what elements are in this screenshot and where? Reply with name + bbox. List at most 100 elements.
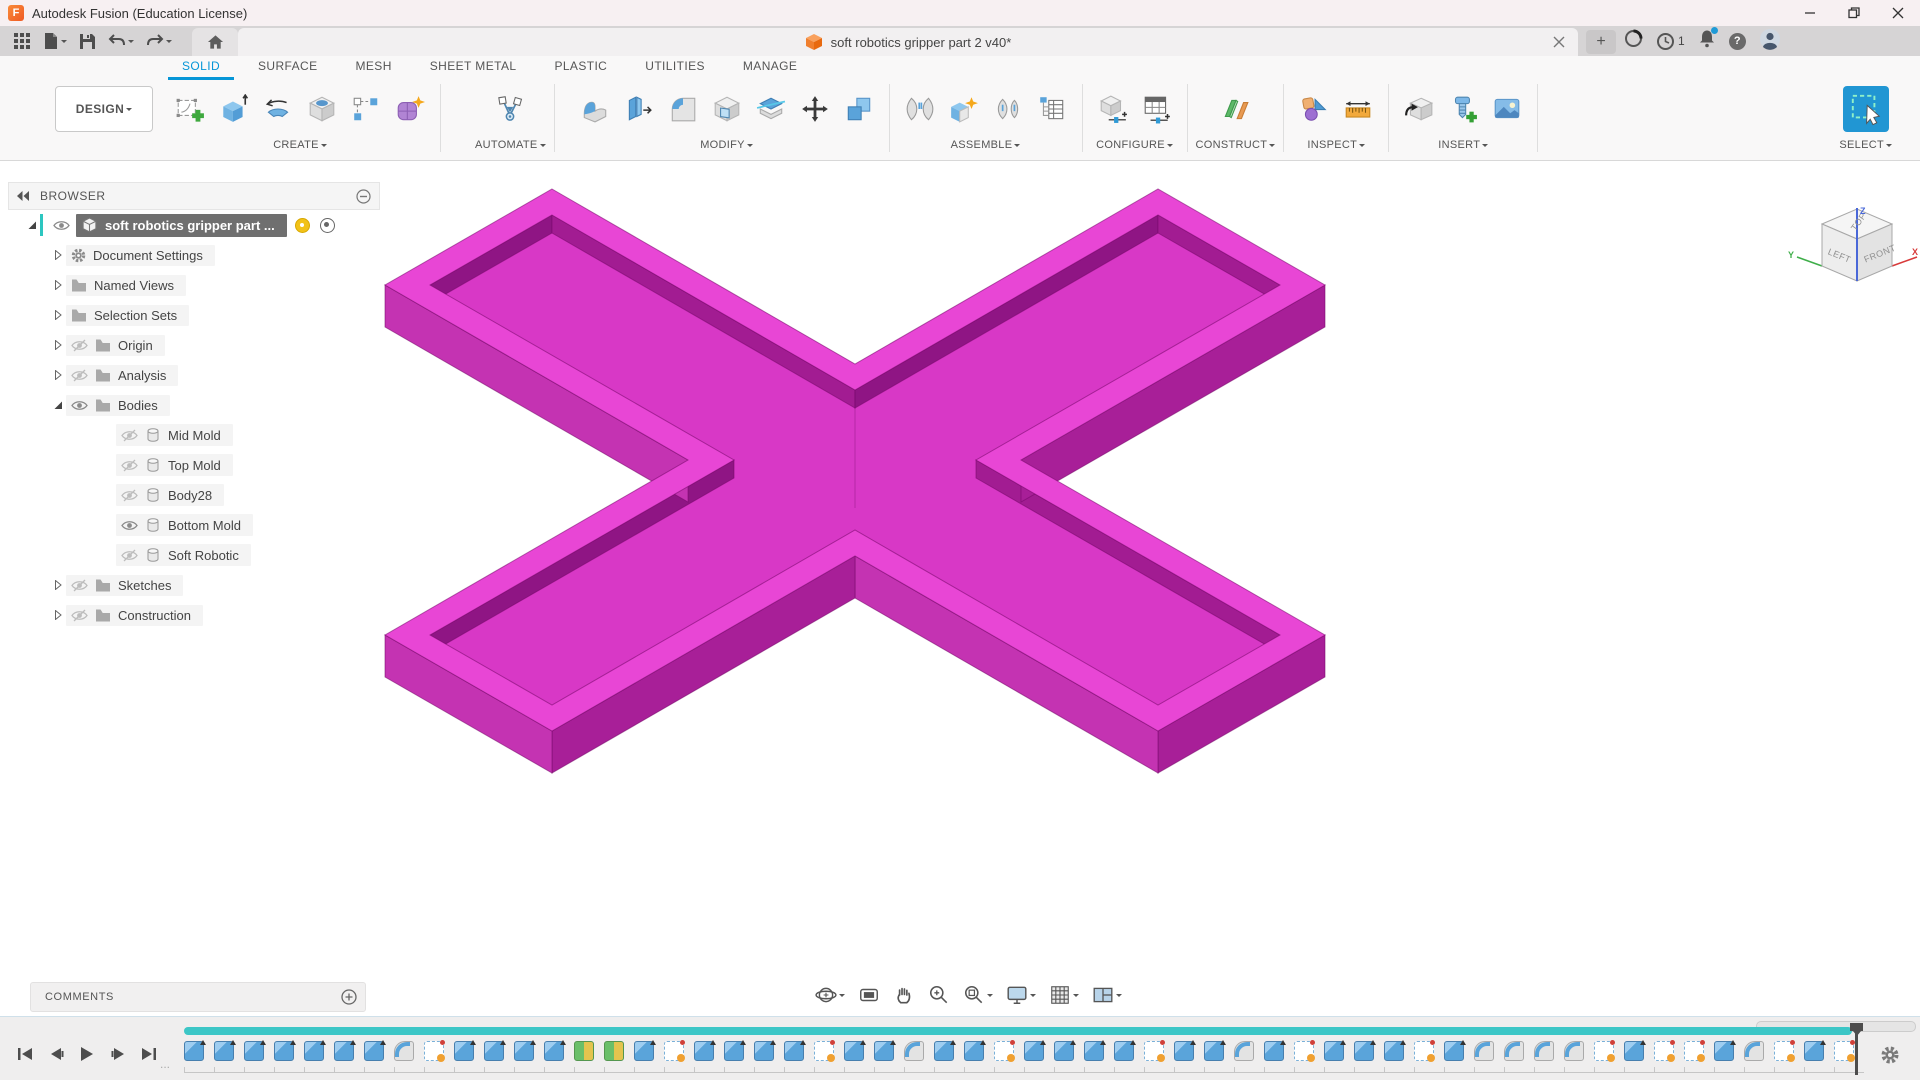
timeline-feature-extrude[interactable] xyxy=(1114,1041,1134,1061)
press-pull-icon[interactable] xyxy=(573,83,617,135)
visibility-eye-icon[interactable] xyxy=(121,549,138,562)
timeline-feature-extrude[interactable] xyxy=(1264,1041,1284,1061)
browser-row-origin[interactable]: Origin xyxy=(8,330,380,360)
browser-row-construction[interactable]: Construction xyxy=(8,600,380,630)
group-label-insert[interactable]: INSERT xyxy=(1438,136,1488,154)
timeline-settings-gear-icon[interactable] xyxy=(1880,1045,1900,1065)
timeline-feature-extrude[interactable] xyxy=(214,1041,234,1061)
timeline-feature-fillet[interactable] xyxy=(1744,1041,1764,1061)
view-cube[interactable]: LEFT FRONT TOP Y X Z xyxy=(1780,190,1920,310)
step-forward-button[interactable] xyxy=(107,1043,129,1065)
browser-row-bottom-mold[interactable]: Bottom Mold xyxy=(8,510,380,540)
timeline-feature-extrude[interactable] xyxy=(514,1041,534,1061)
timeline-feature-extrude[interactable] xyxy=(1384,1041,1404,1061)
grid-settings-icon[interactable] xyxy=(1046,984,1082,1006)
group-label-construct[interactable]: CONSTRUCT xyxy=(1196,136,1276,154)
timeline-feature-extrude[interactable] xyxy=(1054,1041,1074,1061)
tab-plastic[interactable]: PLASTIC xyxy=(540,56,621,80)
timeline-feature-extrude[interactable] xyxy=(724,1041,744,1061)
timeline-feature-sketch[interactable] xyxy=(1594,1041,1614,1061)
timeline-feature-extrude[interactable] xyxy=(244,1041,264,1061)
browser-row-sketches[interactable]: Sketches xyxy=(8,570,380,600)
shell-icon[interactable] xyxy=(705,83,749,135)
browser-row-named-views[interactable]: Named Views xyxy=(8,270,380,300)
measure-icon[interactable] xyxy=(1292,83,1336,135)
create-form-icon[interactable] xyxy=(388,83,432,135)
joint-icon[interactable] xyxy=(898,83,942,135)
pattern-icon[interactable] xyxy=(344,83,388,135)
select-tool-button[interactable] xyxy=(1843,86,1889,132)
timeline-range-bar[interactable] xyxy=(184,1027,1852,1035)
browser-row-document-settings[interactable]: Document Settings xyxy=(8,240,380,270)
close-button[interactable] xyxy=(1876,0,1920,26)
section-analysis-icon[interactable] xyxy=(1336,83,1380,135)
fit-caret-icon[interactable] xyxy=(987,994,993,1000)
tab-close-icon[interactable] xyxy=(1552,35,1566,49)
orbit-icon[interactable] xyxy=(812,984,848,1006)
extrude-icon[interactable] xyxy=(212,83,256,135)
timeline-feature-extrude[interactable] xyxy=(1324,1041,1344,1061)
display-settings-icon[interactable] xyxy=(1003,984,1039,1006)
group-label-configure[interactable]: CONFIGURE xyxy=(1096,136,1173,154)
save-button[interactable] xyxy=(73,28,102,54)
collapse-panel-icon[interactable] xyxy=(17,191,30,201)
hole-icon[interactable] xyxy=(300,83,344,135)
revolve-icon[interactable] xyxy=(256,83,300,135)
document-tab[interactable]: soft robotics gripper part 2 v40* xyxy=(238,28,1578,56)
undo-button[interactable] xyxy=(102,28,140,54)
grid-caret-icon[interactable] xyxy=(1073,994,1079,1000)
tab-mesh[interactable]: MESH xyxy=(342,56,406,80)
maximize-restore-button[interactable] xyxy=(1832,0,1876,26)
add-comment-icon[interactable] xyxy=(341,989,357,1005)
timeline-feature-extrude[interactable] xyxy=(1354,1041,1374,1061)
timeline-feature-sketch[interactable] xyxy=(1684,1041,1704,1061)
browser-row-selection-sets[interactable]: Selection Sets xyxy=(8,300,380,330)
orbit-caret-icon[interactable] xyxy=(839,994,845,1000)
group-label-automate[interactable]: AUTOMATE xyxy=(475,136,546,154)
timeline-playhead[interactable] xyxy=(1850,1023,1864,1075)
visibility-eye-icon[interactable] xyxy=(71,609,88,622)
fillet-icon[interactable] xyxy=(661,83,705,135)
timeline-feature-sketch[interactable] xyxy=(1414,1041,1434,1061)
timeline-feature-fillet[interactable] xyxy=(904,1041,924,1061)
visibility-eye-icon[interactable] xyxy=(121,489,138,502)
viewports-icon[interactable] xyxy=(1089,984,1125,1006)
visibility-eye-icon[interactable] xyxy=(121,429,138,442)
group-label-modify[interactable]: MODIFY xyxy=(700,136,753,154)
timeline-feature-loft[interactable] xyxy=(574,1041,594,1061)
expand-icon[interactable] xyxy=(50,610,66,620)
combine-icon[interactable] xyxy=(837,83,881,135)
job-status-icon[interactable] xyxy=(1624,29,1643,53)
timeline-feature-sketch[interactable] xyxy=(994,1041,1014,1061)
notifications-bell-icon[interactable] xyxy=(1698,29,1716,53)
import-mesh-icon[interactable] xyxy=(1397,83,1441,135)
undo-caret-icon[interactable] xyxy=(128,40,134,46)
create-sketch-icon[interactable] xyxy=(168,83,212,135)
home-button[interactable] xyxy=(192,28,238,56)
browser-row-soft-robotic[interactable]: Soft Robotic xyxy=(8,540,380,570)
play-button[interactable] xyxy=(76,1043,98,1065)
minimize-button[interactable] xyxy=(1788,0,1832,26)
comments-bar[interactable]: COMMENTS xyxy=(30,982,366,1012)
redo-caret-icon[interactable] xyxy=(166,40,172,46)
visibility-eye-icon[interactable] xyxy=(71,399,88,412)
timeline-feature-fillet[interactable] xyxy=(1474,1041,1494,1061)
tab-solid[interactable]: SOLID xyxy=(168,56,234,80)
tab-utilities[interactable]: UTILITIES xyxy=(631,56,719,80)
timeline-feature-extrude[interactable] xyxy=(1624,1041,1644,1061)
expand-icon[interactable] xyxy=(50,340,66,350)
timeline-feature-extrude[interactable] xyxy=(1714,1041,1734,1061)
browser-row-top-mold[interactable]: Top Mold xyxy=(8,450,380,480)
insert-canvas-icon[interactable] xyxy=(1485,83,1529,135)
timeline-feature-extrude[interactable] xyxy=(1084,1041,1104,1061)
workspace-selector[interactable]: DESIGN xyxy=(55,86,153,132)
timeline-feature-extrude[interactable] xyxy=(844,1041,864,1061)
minimize-browser-icon[interactable] xyxy=(356,189,371,204)
bill-of-materials-icon[interactable] xyxy=(1030,83,1074,135)
timeline-feature-sketch[interactable] xyxy=(1294,1041,1314,1061)
split-body-icon[interactable] xyxy=(749,83,793,135)
activate-component-radio[interactable] xyxy=(320,218,335,233)
timeline-feature-extrude[interactable] xyxy=(1444,1041,1464,1061)
timeline-feature-extrude[interactable] xyxy=(184,1041,204,1061)
insert-fastener-icon[interactable] xyxy=(1441,83,1485,135)
